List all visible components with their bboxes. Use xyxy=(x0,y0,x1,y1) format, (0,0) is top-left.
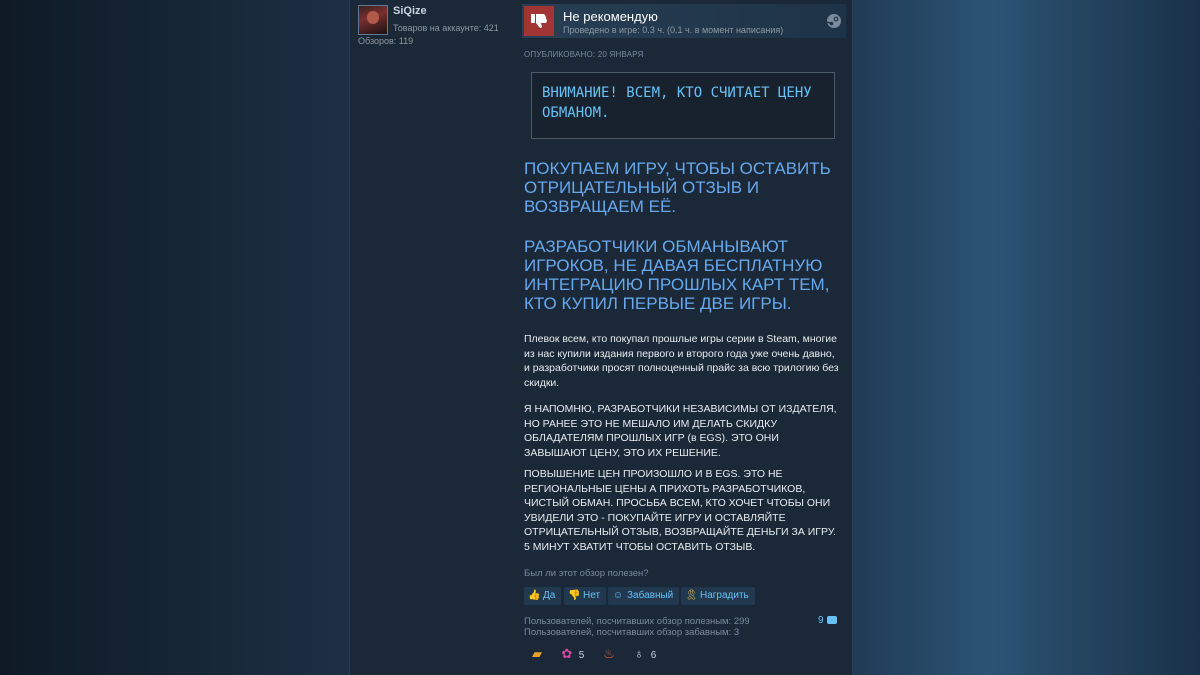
clown-award-icon: ✿ xyxy=(561,646,573,661)
award-item[interactable]: ✿ 5 xyxy=(558,645,585,665)
review-card: SiQize Товаров на аккаунте: 421 Обзоров:… xyxy=(349,0,853,675)
funny-count: Пользователей, посчитавших обзор забавны… xyxy=(524,627,740,638)
review-paragraph-1: Плевок всем, кто покупал прошлые игры се… xyxy=(524,333,839,389)
award-item[interactable]: ▰ xyxy=(528,645,546,665)
notice-box: ВНИМАНИЕ! ВСЕМ, КТО СЧИТАЕТ ЦЕНУ ОБМАНОМ… xyxy=(531,72,835,139)
helpful-count: Пользователей, посчитавших обзор полезны… xyxy=(524,616,750,627)
posted-date: ОПУБЛИКОВАНО: 20 ЯНВАРЯ xyxy=(524,50,644,59)
thumbs-up-icon: 👍 xyxy=(528,590,541,601)
medal-award-icon: ♁ xyxy=(634,646,644,661)
vote-funny-button[interactable]: ☺ Забавный xyxy=(608,587,680,605)
award-item[interactable]: ♁ 6 xyxy=(630,645,656,665)
review-heading-1: ПОКУПАЕМ ИГРУ, ЧТОБЫ ОСТАВИТЬ ОТРИЦАТЕЛЬ… xyxy=(524,159,831,216)
thumbs-down-icon xyxy=(531,14,547,29)
award-button[interactable]: 🎗 Наградить xyxy=(681,587,755,605)
vote-no-button[interactable]: 👎 Нет xyxy=(564,587,607,605)
avatar[interactable] xyxy=(358,5,388,35)
background-right xyxy=(850,0,1200,675)
comments-count: 9 xyxy=(818,615,824,626)
author-reviews-count[interactable]: Обзоров: 119 xyxy=(358,36,413,46)
review-header[interactable]: Не рекомендую Проведено в игре: 0.3 ч. (… xyxy=(522,4,846,38)
smiley-icon: ☺ xyxy=(612,590,624,601)
thumbs-down-badge xyxy=(524,6,554,36)
helpful-question: Был ли этот обзор полезен? xyxy=(524,568,649,579)
steam-icon xyxy=(826,14,841,28)
award-item[interactable]: ♨ xyxy=(600,645,618,665)
comment-bubble-icon xyxy=(827,616,838,625)
review-verdict: Не рекомендую xyxy=(563,9,658,24)
review-paragraph-3: ПОВЫШЕНИЕ ЦЕН ПРОИЗОШЛО И В EGS. ЭТО НЕ … xyxy=(524,468,836,553)
playtime: Проведено в игре: 0.3 ч. (0.1 ч. в момен… xyxy=(563,25,784,35)
vote-yes-button[interactable]: 👍 Да xyxy=(524,587,562,605)
review-heading-2: РАЗРАБОТЧИКИ ОБМАНЫВАЮТ ИГРОКОВ, НЕ ДАВА… xyxy=(524,237,830,313)
background-left xyxy=(0,0,350,675)
review-paragraph-2: Я НАПОМНЮ, РАЗРАБОТЧИКИ НЕЗАВИСИМЫ ОТ ИЗ… xyxy=(524,403,837,459)
gun-award-icon: ▰ xyxy=(532,646,542,661)
comments-link[interactable]: 9 xyxy=(818,615,838,626)
thumbs-down-icon: 👎 xyxy=(568,590,581,601)
award-ribbon-icon: 🎗 xyxy=(685,590,698,601)
author-name[interactable]: SiQize xyxy=(393,5,427,17)
notice-text: ВНИМАНИЕ! ВСЕМ, КТО СЧИТАЕТ ЦЕНУ ОБМАНОМ… xyxy=(542,85,812,121)
fire-award-icon: ♨ xyxy=(603,646,615,661)
author-products-count[interactable]: Товаров на аккаунте: 421 xyxy=(393,23,499,33)
